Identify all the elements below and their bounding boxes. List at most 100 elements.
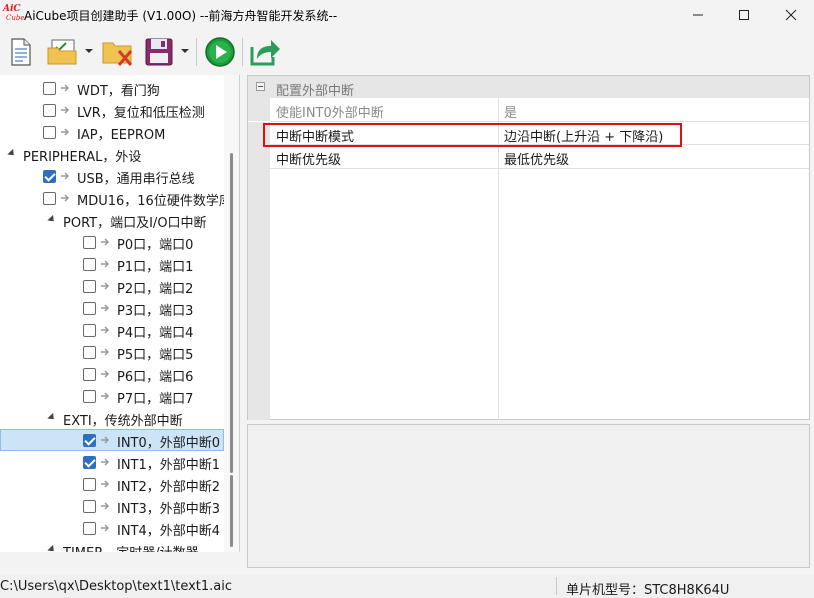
property-gutter — [248, 98, 270, 121]
tree-item-wdt[interactable]: WDT，看门狗 — [0, 77, 224, 99]
export-button[interactable] — [248, 35, 282, 69]
project-path: C:\Users\qx\Desktop\text1\text1.aic — [0, 579, 233, 594]
checkbox[interactable] — [43, 192, 56, 205]
tree-item-label: INT2，外部中断2 — [117, 480, 221, 495]
checkbox[interactable] — [83, 500, 96, 513]
tree-scrollbar[interactable] — [224, 75, 239, 552]
run-button[interactable] — [203, 35, 237, 69]
open-dropdown-arrow[interactable] — [85, 49, 93, 53]
checkbox[interactable] — [83, 280, 96, 293]
property-row-priority[interactable]: 中断优先级 最低优先级 — [248, 145, 809, 168]
expand-icon[interactable] — [47, 412, 57, 423]
save-button[interactable] — [141, 35, 177, 69]
property-category[interactable]: 配置外部中断 — [248, 76, 809, 99]
tree-item-p0[interactable]: P0口，端口0 — [0, 231, 224, 253]
status-bar: C:\Users\qx\Desktop\text1\text1.aic 单片机型… — [0, 575, 814, 598]
scrollbar-track[interactable] — [230, 475, 233, 547]
tree-item-p5[interactable]: P5口，端口5 — [0, 341, 224, 363]
component-tree[interactable]: WDT，看门狗 LVR，复位和低压检测 IAP，EEPROM PERIPHERA… — [0, 75, 240, 552]
tree-item-label: P7口，端口7 — [117, 392, 194, 407]
arrow-right-icon — [61, 106, 70, 114]
checkbox[interactable] — [83, 522, 96, 535]
arrow-right-icon — [101, 348, 110, 356]
checkbox[interactable] — [83, 302, 96, 315]
tree-item-iap[interactable]: IAP，EEPROM — [0, 121, 224, 143]
checkbox[interactable] — [83, 390, 96, 403]
checkbox[interactable] — [43, 104, 56, 117]
tree-item-label: WDT，看门狗 — [77, 84, 160, 99]
close-button[interactable] — [768, 0, 814, 30]
tree-item-p1[interactable]: P1口，端口1 — [0, 253, 224, 275]
annotation-highlight-box — [263, 123, 682, 147]
tree-group-label: PORT，端口及I/O口中断 — [63, 216, 207, 231]
tree-item-label: INT0，外部中断0 — [117, 436, 221, 451]
tree-group-label: EXTI，传统外部中断 — [63, 414, 183, 429]
tree-item-mdu16[interactable]: MDU16，16位硬件数学库 — [0, 187, 232, 209]
scrollbar-thumb[interactable] — [230, 153, 233, 473]
checkbox[interactable] — [43, 170, 56, 183]
property-grid[interactable]: 配置外部中断 使能INT0外部中断 是 中断中断模式 边沿中断(上升沿 + 下降… — [247, 75, 810, 420]
tree-item-int3[interactable]: INT3，外部中断3 — [0, 495, 224, 517]
arrow-right-icon — [101, 260, 110, 268]
checkbox[interactable] — [83, 478, 96, 491]
expand-icon[interactable] — [47, 214, 57, 225]
tree-item-label: P1口，端口1 — [117, 260, 194, 275]
checkbox[interactable] — [83, 258, 96, 271]
property-value[interactable]: 最低优先级 — [504, 149, 569, 168]
tree-item-p2[interactable]: P2口，端口2 — [0, 275, 224, 297]
tree-item-label: P6口，端口6 — [117, 370, 194, 385]
property-row-enable-int0[interactable]: 使能INT0外部中断 是 — [248, 98, 809, 121]
tree-item-p4[interactable]: P4口，端口4 — [0, 319, 224, 341]
arrow-right-icon — [61, 84, 70, 92]
tree-item-int4[interactable]: INT4，外部中断4 — [0, 517, 224, 539]
maximize-button[interactable] — [721, 0, 767, 30]
expand-icon[interactable] — [47, 544, 57, 552]
tree-item-label: USB，通用串行总线 — [77, 172, 195, 187]
checkbox[interactable] — [43, 126, 56, 139]
tree-item-label: INT3，外部中断3 — [117, 502, 221, 517]
toolbar-separator — [242, 38, 243, 66]
checkbox[interactable] — [83, 324, 96, 337]
checkbox[interactable] — [43, 82, 56, 95]
save-icon — [145, 38, 173, 66]
arrow-right-icon — [101, 480, 110, 488]
tree-item-label: P4口，端口4 — [117, 326, 194, 341]
collapse-icon[interactable] — [256, 82, 265, 91]
tree-item-p7[interactable]: P7口，端口7 — [0, 385, 224, 407]
minimize-button[interactable] — [675, 0, 721, 30]
tree-item-label: INT1，外部中断1 — [117, 458, 221, 473]
new-project-button[interactable] — [6, 35, 36, 69]
property-value[interactable]: 是 — [504, 102, 517, 121]
checkbox[interactable] — [83, 236, 96, 249]
arrow-right-icon — [101, 458, 110, 466]
arrow-right-icon — [101, 238, 110, 246]
tree-item-lvr[interactable]: LVR，复位和低压检测 — [0, 99, 224, 121]
checkbox[interactable] — [83, 346, 96, 359]
tree-group-timer[interactable]: TIMER，定时器/计数器 — [0, 539, 224, 552]
tree-item-p6[interactable]: P6口，端口6 — [0, 363, 224, 385]
arrow-right-icon — [61, 172, 70, 180]
save-dropdown-arrow[interactable] — [181, 49, 189, 53]
arrow-right-icon — [101, 436, 110, 444]
open-project-button[interactable] — [45, 35, 81, 69]
expand-icon[interactable] — [7, 148, 17, 159]
tree-item-int1[interactable]: INT1，外部中断1 — [0, 451, 224, 473]
close-icon — [785, 9, 797, 21]
title-bar: AiC Cube AiCube项目创建助手 (V1.00O) --前海方舟智能开… — [0, 0, 814, 30]
tree-group-exti[interactable]: EXTI，传统外部中断 — [0, 407, 224, 429]
tree-item-label: INT4，外部中断4 — [117, 524, 221, 539]
tree-item-int0[interactable]: INT0，外部中断0 — [0, 429, 224, 451]
property-description-pane — [247, 424, 810, 568]
tree-item-int2[interactable]: INT2，外部中断2 — [0, 473, 224, 495]
tree-group-port[interactable]: PORT，端口及I/O口中断 — [0, 209, 224, 231]
close-project-button[interactable] — [100, 35, 136, 69]
app-logo-text-top: AiC — [3, 4, 21, 14]
tree-item-usb[interactable]: USB，通用串行总线 — [0, 165, 224, 187]
checkbox[interactable] — [83, 434, 96, 447]
toolbar — [0, 30, 814, 74]
tree-group-peripheral[interactable]: PERIPHERAL，外设 — [0, 143, 224, 165]
tree-item-p3[interactable]: P3口，端口3 — [0, 297, 224, 319]
checkbox[interactable] — [83, 368, 96, 381]
status-separator — [556, 577, 557, 595]
checkbox[interactable] — [83, 456, 96, 469]
